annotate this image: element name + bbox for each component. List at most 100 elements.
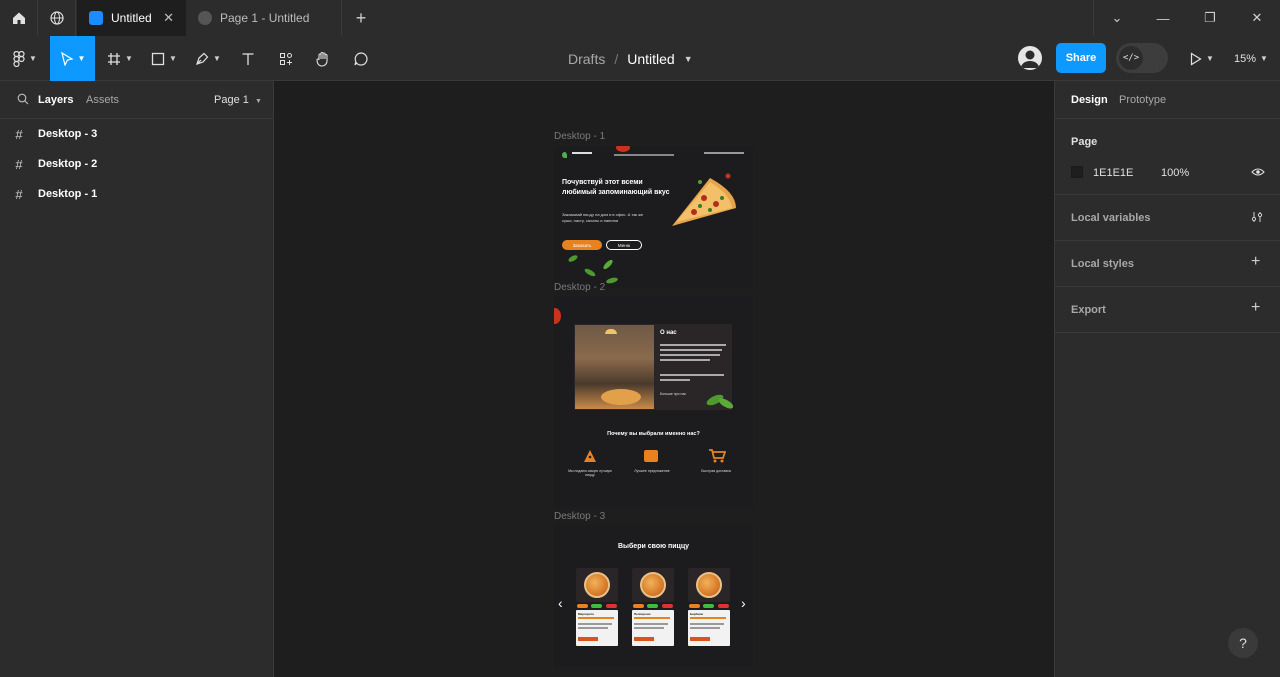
home-button[interactable] — [0, 0, 38, 36]
add-to-cart-button[interactable] — [634, 637, 654, 641]
frame-desktop-1[interactable]: Почувствуй этот всеми любимый запоминающ… — [554, 146, 753, 288]
tab-prototype[interactable]: Prototype — [1119, 94, 1166, 106]
user-icon — [1021, 50, 1039, 68]
pizza-image — [688, 568, 730, 602]
text-tool[interactable] — [232, 36, 264, 81]
size-button[interactable] — [633, 604, 644, 608]
close-window-button[interactable]: ✕ — [1234, 0, 1280, 36]
tabs-dropdown-button[interactable]: ⌄ — [1094, 0, 1140, 36]
about-title: О нас — [660, 330, 677, 336]
desc-line — [634, 623, 668, 625]
size-button[interactable] — [662, 604, 673, 608]
frame-label-desktop-2[interactable]: Desktop - 2 — [554, 282, 605, 293]
avatar[interactable] — [1018, 46, 1042, 70]
page-selector[interactable]: Page 1 ▼ — [214, 94, 262, 106]
tab-untitled[interactable]: Untitled ✕ — [77, 0, 186, 36]
frame-label-desktop-1[interactable]: Desktop - 1 — [554, 131, 605, 142]
dev-mode-toggle[interactable]: </> — [1116, 43, 1168, 73]
layer-item[interactable]: # Desktop - 3 — [0, 119, 273, 149]
pizza-card[interactable]: Барбекю — [688, 568, 730, 648]
about-text-line — [660, 354, 720, 356]
tab-design[interactable]: Design — [1071, 94, 1108, 106]
pizza-card[interactable]: Маргарита — [576, 568, 618, 648]
sliders-icon[interactable] — [1251, 211, 1263, 223]
layer-item[interactable]: # Desktop - 1 — [0, 179, 273, 209]
tab-bar: Untitled ✕ Page 1 - Untitled + ⌄ — ❐ ✕ — [0, 0, 1280, 36]
page-color-hex[interactable]: 1E1E1E — [1093, 167, 1133, 179]
add-export-icon[interactable]: + — [1251, 299, 1260, 317]
page-section-title: Page — [1071, 136, 1098, 148]
chevron-down-icon: ⌄ — [1111, 10, 1123, 25]
size-button[interactable] — [703, 604, 714, 608]
size-button[interactable] — [647, 604, 658, 608]
tab-assets[interactable]: Assets — [86, 94, 119, 106]
size-button[interactable] — [689, 604, 700, 608]
page-opacity[interactable]: 100% — [1161, 167, 1189, 179]
cursor-icon — [60, 51, 74, 66]
chevron-down-icon: ▼ — [77, 54, 86, 63]
add-to-cart-button[interactable] — [578, 637, 598, 641]
hero-title: Почувствуй этот всеми любимый запоминающ… — [562, 179, 670, 196]
move-tool[interactable]: ▼ — [50, 36, 95, 81]
price-bar — [578, 617, 614, 619]
help-button[interactable]: ? — [1228, 628, 1258, 658]
tab-layers[interactable]: Layers — [38, 94, 73, 106]
new-tab-button[interactable]: + — [342, 0, 380, 36]
main-menu-button[interactable]: ▼ — [4, 36, 46, 81]
close-tab-icon[interactable]: ✕ — [163, 10, 174, 26]
search-icon[interactable] — [17, 93, 29, 105]
community-button[interactable] — [38, 0, 76, 36]
about-text-line — [660, 379, 690, 381]
pizza-name: Барбекю — [690, 612, 704, 616]
shape-tool[interactable]: ▼ — [144, 36, 184, 81]
more-about-link[interactable]: Больше про нас — [660, 392, 686, 396]
size-button[interactable] — [606, 604, 617, 608]
hand-tool[interactable] — [307, 36, 339, 81]
breadcrumb-drafts[interactable]: Drafts — [568, 51, 605, 67]
chevron-down-icon: ▼ — [125, 54, 133, 63]
size-button[interactable] — [577, 604, 588, 608]
frame-desktop-2[interactable]: О нас Больше про нас Почему вы выбрали и… — [554, 296, 753, 508]
minimize-icon: — — [1156, 10, 1170, 26]
tab-prototype[interactable]: Page 1 - Untitled — [186, 0, 342, 36]
size-button[interactable] — [591, 604, 602, 608]
frame-tool[interactable]: ▼ — [100, 36, 140, 81]
add-style-icon[interactable]: + — [1251, 253, 1260, 271]
file-name[interactable]: Untitled — [627, 51, 674, 67]
resources-tool[interactable] — [270, 36, 302, 81]
wallet-icon — [644, 450, 658, 462]
add-to-cart-button[interactable] — [690, 637, 710, 641]
restore-button[interactable]: ❐ — [1187, 0, 1233, 36]
chevron-right-icon[interactable]: › — [741, 595, 746, 611]
local-variables-label: Local variables — [1071, 212, 1151, 224]
cart-icon — [708, 448, 727, 464]
chevron-down-icon[interactable]: ▼ — [684, 54, 693, 64]
pen-tool[interactable]: ▼ — [188, 36, 228, 81]
rectangle-icon — [151, 52, 165, 65]
size-button[interactable] — [718, 604, 729, 608]
lamp — [605, 329, 617, 334]
minimize-button[interactable]: — — [1140, 0, 1186, 36]
play-file-icon — [198, 11, 212, 25]
canvas[interactable]: Desktop - 1 Почувствуй этот всеми любимы… — [274, 81, 1054, 677]
zoom-menu[interactable]: 15% ▼ — [1228, 36, 1274, 81]
comment-icon — [354, 51, 368, 66]
chevron-down-icon: ▼ — [1206, 54, 1214, 63]
present-button[interactable]: ▼ — [1184, 36, 1220, 81]
pizza-card[interactable]: Пепперони — [632, 568, 674, 648]
frame-label-desktop-3[interactable]: Desktop - 3 — [554, 511, 605, 522]
order-button[interactable]: Заказать — [562, 240, 602, 250]
eye-icon[interactable] — [1251, 167, 1265, 177]
frame-desktop-3[interactable]: Выбери свою пиццу ‹ › Маргарита Пепперон… — [554, 525, 753, 666]
pizza-on-table — [601, 389, 641, 405]
layer-item[interactable]: # Desktop - 2 — [0, 149, 273, 179]
share-button[interactable]: Share — [1056, 43, 1106, 73]
pizza-info: Маргарита — [576, 610, 618, 646]
local-styles-section: Local styles + — [1055, 241, 1280, 287]
chevron-left-icon[interactable]: ‹ — [558, 595, 563, 611]
about-text-line — [660, 349, 722, 351]
page-color-swatch[interactable] — [1071, 166, 1083, 178]
restore-icon: ❐ — [1204, 10, 1216, 25]
comment-tool[interactable] — [345, 36, 377, 81]
menu-button[interactable]: Меню — [606, 240, 642, 250]
